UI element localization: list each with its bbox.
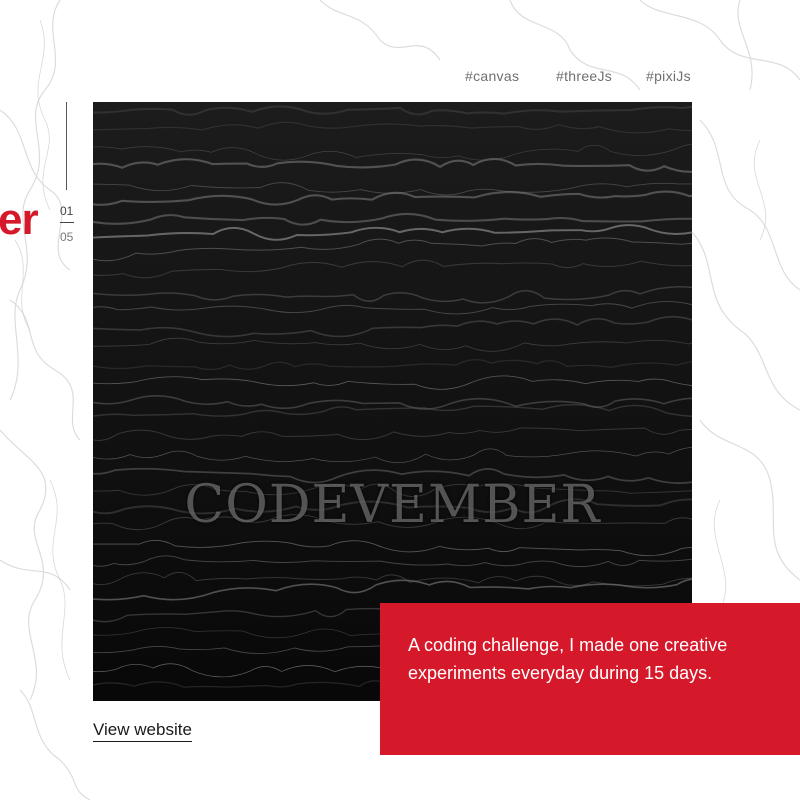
description-box: A coding challenge, I made one creative … (380, 603, 800, 755)
view-website-link[interactable]: View website (93, 720, 192, 742)
slide-index-separator (60, 222, 74, 223)
tag-threejs[interactable]: #threeJs (556, 68, 612, 84)
vertical-divider (66, 102, 67, 190)
slide-index-current: 01 (60, 204, 74, 218)
project-description: A coding challenge, I made one creative … (408, 635, 728, 683)
tag-list: #canvas #threeJs #pixiJs (0, 68, 800, 88)
tag-canvas[interactable]: #canvas (465, 68, 519, 84)
tag-pixijs[interactable]: #pixiJs (646, 68, 691, 84)
codevember-overlay-text: CODEVEMBER (184, 475, 601, 535)
slide-index-total: 05 (60, 230, 74, 244)
project-title: er (0, 195, 39, 244)
